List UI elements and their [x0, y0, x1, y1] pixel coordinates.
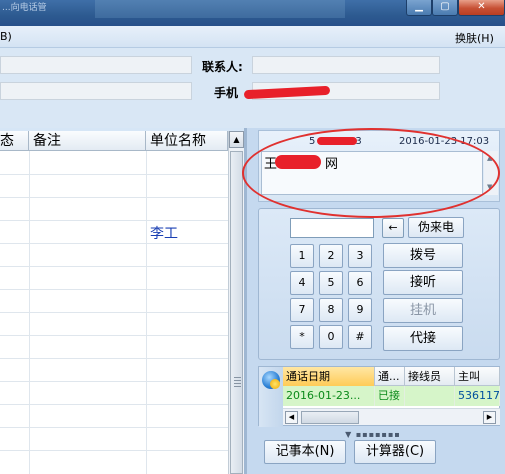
maximize-button[interactable]: ▢	[432, 0, 458, 16]
contact-field[interactable]	[252, 56, 440, 74]
column-header-note[interactable]: 备注	[29, 131, 146, 151]
key-2[interactable]: 2	[319, 244, 343, 268]
window-title: ...向电话管	[2, 3, 47, 13]
answer-button[interactable]: 接听	[383, 270, 463, 295]
grid-divider	[0, 358, 228, 359]
contacts-grid[interactable]: 态 备注 单位名称 李工	[0, 131, 228, 474]
history-column-date[interactable]: 通话日期	[283, 367, 375, 386]
grid-divider	[0, 312, 228, 313]
grid-scrollbar[interactable]: ▲	[228, 131, 244, 474]
grid-divider	[0, 289, 228, 290]
title-bar-blur	[95, 0, 345, 18]
key-1[interactable]: 1	[290, 244, 314, 268]
history-scrollbar[interactable]: ◀ ▶	[283, 408, 500, 425]
history-cell-status: 已接	[375, 386, 405, 406]
scrollbar-thumb[interactable]	[301, 411, 359, 424]
key-9[interactable]: 9	[348, 298, 372, 322]
grid-divider	[0, 243, 228, 244]
call-timestamp: 2016-01-23 17:03	[399, 136, 490, 147]
column-header-status[interactable]: 态	[0, 131, 29, 151]
key-star[interactable]: *	[290, 325, 314, 349]
calculator-button[interactable]: 计算器(C)	[354, 440, 436, 464]
grid-cell-unit[interactable]: 李工	[150, 223, 178, 243]
dial-number-input[interactable]	[290, 218, 374, 238]
grid-divider	[0, 335, 228, 336]
key-4[interactable]: 4	[290, 271, 314, 295]
backspace-button[interactable]: ←	[382, 218, 404, 238]
redaction-mark	[275, 155, 321, 169]
grid-divider	[0, 381, 228, 382]
history-cell-caller: 5361175	[455, 386, 500, 406]
menu-item-skin[interactable]: 换肤(H)	[455, 30, 494, 46]
history-column-call[interactable]: 通...	[375, 367, 405, 386]
mobile-label: 手机	[214, 86, 239, 100]
key-3[interactable]: 3	[348, 244, 372, 268]
notepad-button[interactable]: 记事本(N)	[264, 440, 346, 464]
key-hash[interactable]: #	[348, 325, 372, 349]
history-cell-agent	[405, 386, 455, 406]
grid-header: 态 备注 单位名称	[0, 131, 228, 151]
scroll-up-arrow-icon[interactable]: ▲	[229, 131, 244, 148]
call-history: 通话日期 通... 接线员 主叫 2016-01-23... 已接 536117…	[258, 366, 500, 427]
left-field-2[interactable]	[0, 82, 192, 100]
scroll-right-arrow-icon[interactable]: ▶	[483, 411, 496, 424]
history-cell-date: 2016-01-23...	[283, 386, 375, 406]
caller-number-start: 5	[309, 136, 316, 147]
scroll-up-arrow-icon[interactable]: ▲	[487, 154, 492, 162]
hangup-button[interactable]: 挂机	[383, 298, 463, 323]
key-8[interactable]: 8	[319, 298, 343, 322]
scrollbar-thumb[interactable]	[230, 151, 243, 474]
caller-info-scrollbar[interactable]: ▲ ▼	[484, 151, 498, 195]
left-field-1[interactable]	[0, 56, 192, 74]
proxy-answer-button[interactable]: 代接	[383, 326, 463, 351]
grid-divider	[0, 266, 228, 267]
key-5[interactable]: 5	[319, 271, 343, 295]
minimize-button[interactable]: ▁	[406, 0, 432, 16]
column-header-unit[interactable]: 单位名称	[146, 131, 228, 151]
grid-divider	[0, 427, 228, 428]
grid-divider	[0, 220, 228, 221]
key-7[interactable]: 7	[290, 298, 314, 322]
grid-divider	[0, 404, 228, 405]
dial-button[interactable]: 拨号	[383, 243, 463, 268]
history-sidebar	[259, 367, 283, 427]
title-bar: ...向电话管 ▁ ▢ ✕	[0, 0, 505, 26]
dialpad: ← 伪来电 1 2 3 4 5 6 7 8 9 * 0 # 拨号 接听 挂机 代…	[258, 208, 500, 360]
history-column-agent[interactable]: 接线员	[405, 367, 455, 386]
caller-info-end: 网	[325, 157, 339, 172]
panel-splitter[interactable]: ▼ ▪▪▪▪▪▪▪ ▼	[340, 430, 406, 448]
grid-divider	[0, 450, 228, 451]
history-header: 通话日期 通... 接线员 主叫	[283, 367, 500, 386]
grid-divider	[0, 174, 228, 175]
star-icon	[270, 379, 280, 389]
scroll-down-arrow-icon[interactable]: ▼	[487, 183, 492, 191]
grid-divider	[0, 197, 228, 198]
key-6[interactable]: 6	[348, 271, 372, 295]
menu-bar: B) 换肤(H)	[0, 26, 505, 48]
fake-call-button[interactable]: 伪来电	[408, 217, 464, 238]
key-0[interactable]: 0	[319, 325, 343, 349]
menu-item-left[interactable]: B)	[0, 30, 12, 43]
table-row[interactable]: 2016-01-23... 已接 5361175	[283, 386, 500, 406]
call-info-box: 53 2016-01-23 17:03 王网 ▲ ▼	[258, 130, 500, 202]
contact-label: 联系人:	[202, 60, 243, 74]
history-column-caller[interactable]: 主叫	[455, 367, 500, 386]
close-button[interactable]: ✕	[458, 0, 505, 16]
redaction-mark	[317, 137, 357, 145]
grip-icon	[234, 377, 241, 389]
panel-divider[interactable]	[244, 128, 247, 474]
contact-form: 联系人: 手机	[0, 48, 505, 128]
scroll-left-arrow-icon[interactable]: ◀	[285, 411, 298, 424]
